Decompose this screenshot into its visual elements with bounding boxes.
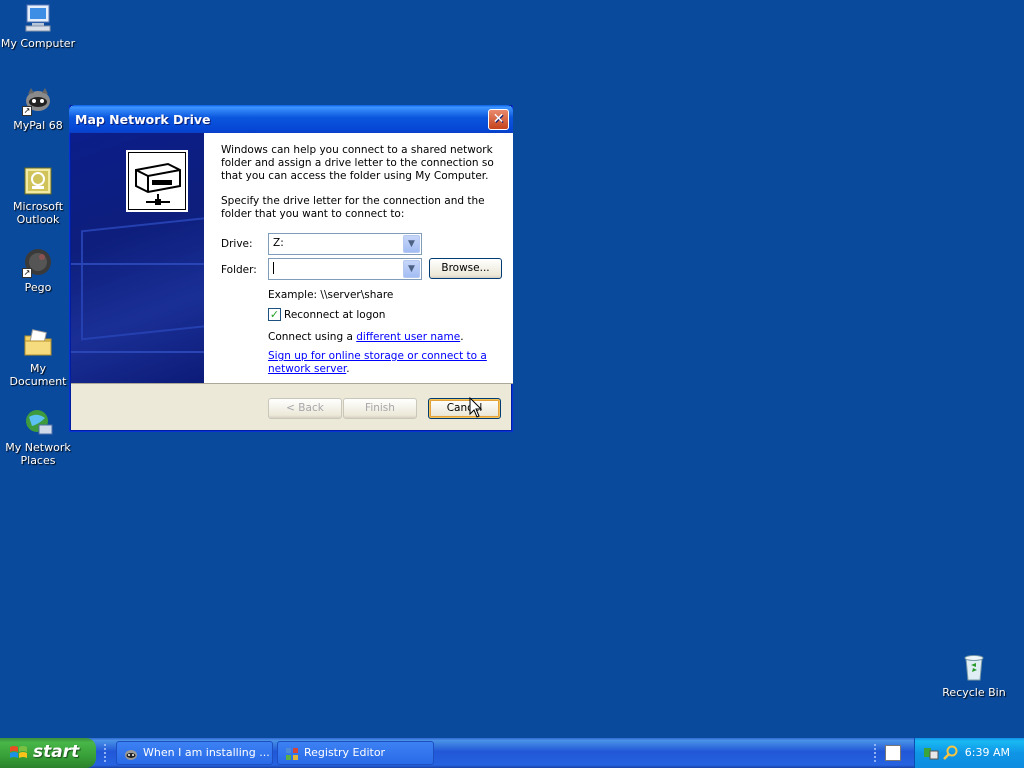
signup-suffix: . — [346, 363, 350, 375]
example-text: Example: \\server\share — [268, 289, 394, 301]
browse-button[interactable]: Browse... — [429, 258, 502, 279]
desktop-icon-label: MyPal 68 — [13, 119, 63, 132]
network-icon — [22, 406, 54, 438]
windows-flag-icon — [10, 746, 27, 758]
desktop-icon-mypal[interactable]: ↗ MyPal 68 — [0, 84, 76, 132]
folder-icon — [22, 327, 54, 359]
shortcut-arrow-icon: ↗ — [22, 268, 32, 278]
shortcut-arrow-icon: ↗ — [22, 106, 32, 116]
system-tray: 6:39 AM — [914, 738, 1024, 768]
desktop-icon-label: My Document — [9, 362, 67, 388]
cancel-button[interactable]: Cancel — [428, 398, 501, 419]
computer-icon — [22, 2, 54, 34]
clock[interactable]: 6:39 AM — [965, 746, 1010, 759]
drive-select[interactable]: Z: ▼ — [268, 233, 422, 255]
reconnect-label[interactable]: Reconnect at logon — [284, 309, 385, 321]
connect-using-suffix: . — [460, 331, 464, 343]
drive-label: Drive: — [221, 238, 253, 250]
chevron-down-icon[interactable]: ▼ — [403, 235, 420, 253]
keyboard-icon[interactable] — [885, 745, 901, 761]
folder-label: Folder: — [221, 264, 257, 276]
desktop-icon-my-computer[interactable]: My Computer — [0, 2, 76, 50]
dialog-title: Map Network Drive — [75, 112, 211, 127]
desktop-icon-outlook[interactable]: Microsoft Outlook — [0, 165, 76, 226]
wizard-side-panel — [71, 133, 204, 383]
raccoon-icon — [125, 750, 137, 760]
footer-divider — [71, 383, 513, 384]
registry-editor-icon — [286, 748, 298, 760]
wizard-content: Windows can help you connect to a shared… — [221, 144, 511, 233]
network-drive-icon — [126, 150, 188, 212]
desktop-icon-label: My Network Places — [5, 441, 71, 467]
taskbar-button-label: Registry Editor — [304, 746, 386, 759]
folder-input[interactable]: ▼ — [268, 258, 422, 280]
desktop-icon-pego[interactable]: ↗ Pego — [0, 246, 76, 294]
reconnect-checkbox[interactable]: ✓ — [268, 308, 281, 321]
intro-text: Windows can help you connect to a shared… — [221, 144, 494, 182]
desktop-icon-label: My Computer — [0, 37, 76, 50]
back-button[interactable]: < Back — [268, 398, 342, 419]
taskbar-button-label: When I am installing ... — [143, 746, 270, 759]
drive-value: Z: — [273, 237, 284, 249]
map-network-drive-dialog: Map Network Drive ✕ Windows can help you… — [69, 105, 513, 432]
pego-icon: ↗ — [22, 246, 54, 278]
finish-button[interactable]: Finish — [343, 398, 417, 419]
desktop-icon-my-document[interactable]: My Document — [0, 327, 76, 388]
start-label: start — [33, 742, 80, 762]
search-icon[interactable] — [943, 745, 959, 761]
taskbar-button-mypal[interactable]: When I am installing ... — [116, 741, 273, 765]
connect-using-text: Connect using a different user name. — [268, 331, 464, 343]
desktop-icon-my-network-places[interactable]: My Network Places — [0, 406, 76, 467]
start-button[interactable]: start — [0, 738, 96, 768]
dialog-titlebar[interactable]: Map Network Drive ✕ — [69, 105, 513, 133]
desktop-icon-recycle-bin[interactable]: Recycle Bin — [936, 651, 1012, 699]
network-tray-icon[interactable] — [923, 745, 939, 761]
checkmark-icon: ✓ — [269, 308, 280, 321]
taskbar: start When I am installing ... Registry … — [0, 738, 1024, 768]
taskbar-grip[interactable] — [874, 744, 877, 762]
mouse-pointer-icon — [469, 397, 483, 418]
raccoon-icon: ↗ — [22, 84, 54, 116]
desktop-icon-label: Microsoft Outlook — [12, 200, 64, 226]
connect-using-prefix: Connect using a — [268, 331, 357, 343]
taskbar-button-registry-editor[interactable]: Registry Editor — [277, 741, 434, 765]
dialog-body: Windows can help you connect to a shared… — [71, 133, 513, 383]
desktop-icon-label: Pego — [24, 281, 52, 294]
recycle-bin-icon — [958, 651, 990, 683]
desktop-icon-label: Recycle Bin — [942, 686, 1006, 699]
different-user-name-link[interactable]: different user name — [356, 331, 460, 343]
specify-text: Specify the drive letter for the connect… — [221, 195, 485, 220]
panel-decoration — [71, 263, 204, 353]
chevron-down-icon[interactable]: ▼ — [403, 260, 420, 278]
signup-link[interactable]: Sign up for online storage or connect to… — [268, 350, 487, 375]
close-icon: ✕ — [492, 111, 505, 127]
taskbar-grip[interactable] — [104, 744, 107, 762]
text-cursor — [273, 262, 274, 274]
outlook-icon — [22, 165, 54, 197]
close-button[interactable]: ✕ — [488, 109, 509, 130]
signup-text: Sign up for online storage or connect to… — [268, 350, 488, 376]
